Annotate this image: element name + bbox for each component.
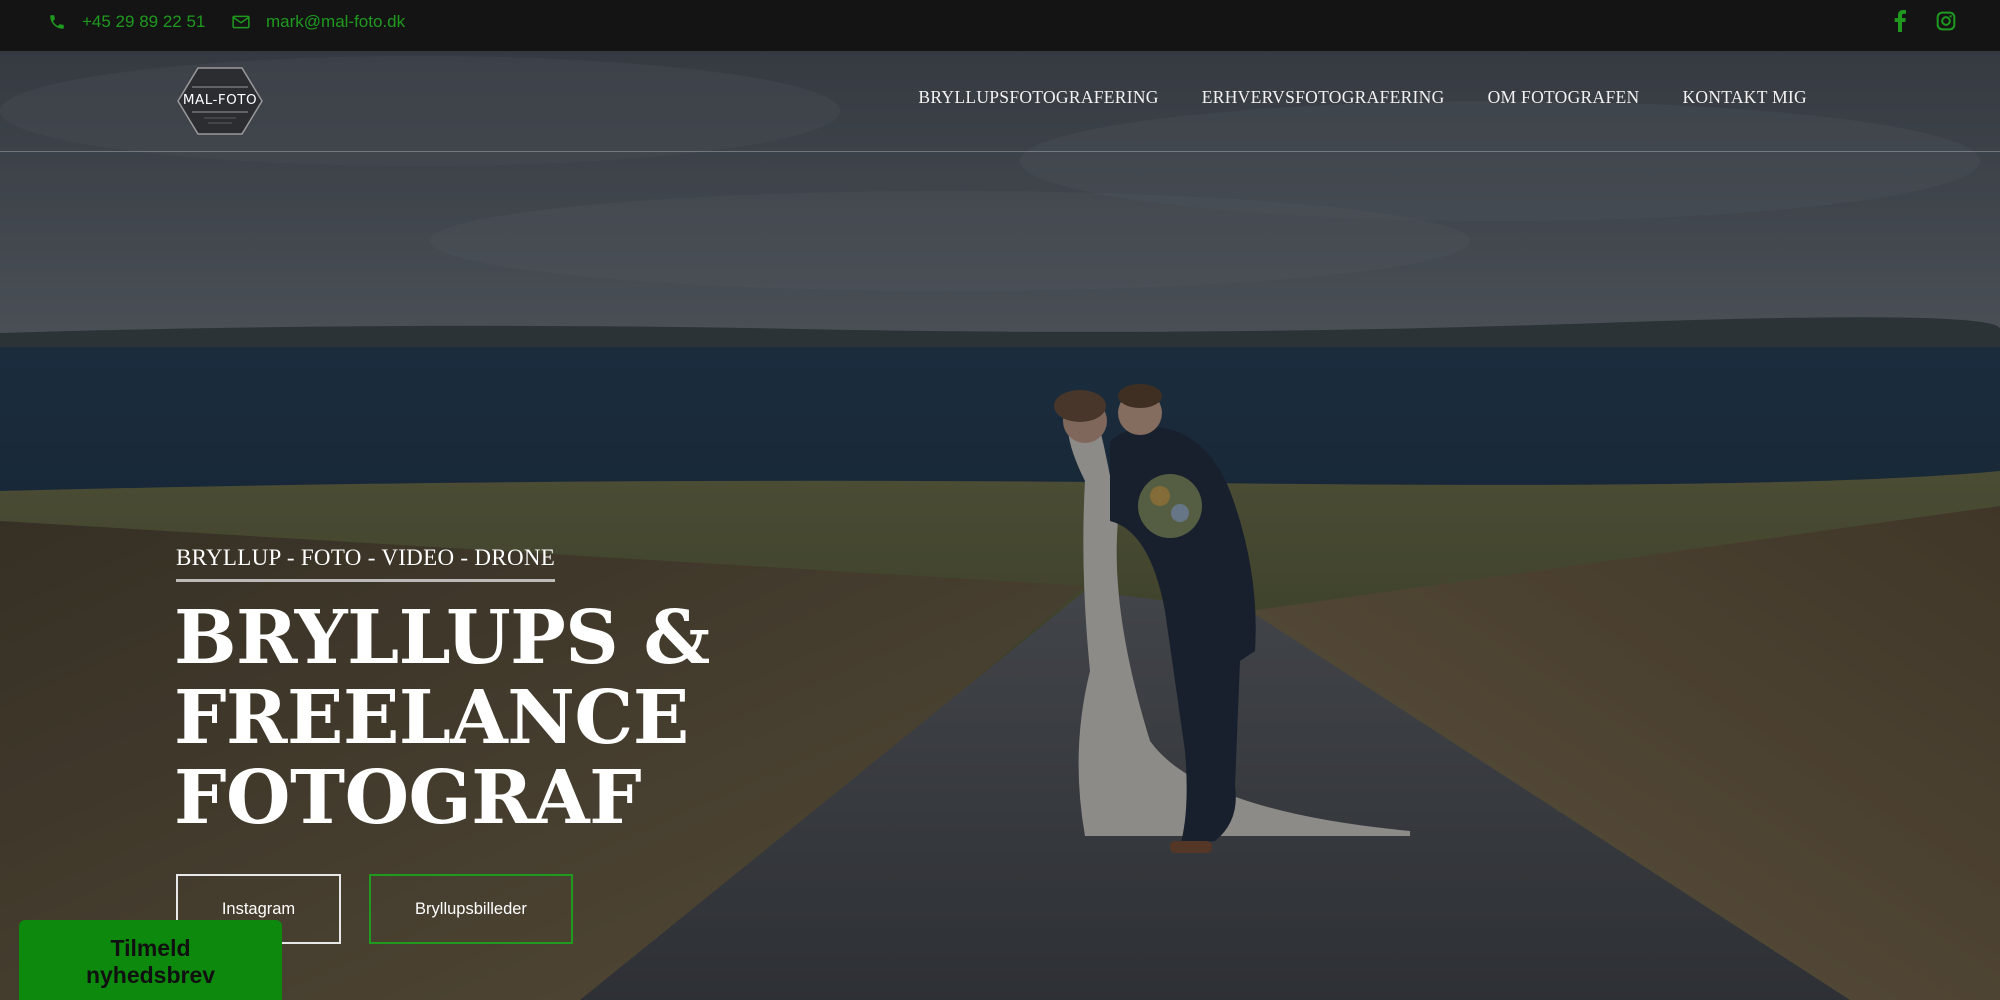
phone-number: +45 29 89 22 51 xyxy=(82,12,206,31)
hero-overlay xyxy=(0,51,2000,1000)
envelope-icon xyxy=(232,15,250,29)
instagram-link[interactable] xyxy=(1934,9,1958,33)
email-address: mark@mal-foto.dk xyxy=(266,12,406,31)
hero-section xyxy=(0,51,2000,1000)
phone-contact[interactable]: +45 29 89 22 51 xyxy=(48,0,205,44)
hero-tagline: BRYLLUP - FOTO - VIDEO - DRONE xyxy=(176,545,556,582)
nav-item-kontakt-mig[interactable]: KONTAKT MIG xyxy=(1682,87,1807,108)
newsletter-label-line-1: Tilmeld xyxy=(110,935,191,961)
phone-icon xyxy=(50,15,64,29)
newsletter-signup-button[interactable]: Tilmeld nyhedsbrev xyxy=(19,920,282,1000)
nav-item-om-fotografen[interactable]: OM FOTOGRAFEN xyxy=(1488,87,1640,108)
instagram-icon xyxy=(1936,11,1956,31)
main-navigation: BRYLLUPSFOTOGRAFERING ERHVERVSFOTOGRAFER… xyxy=(918,87,1807,108)
nav-item-erhvervsfotografering[interactable]: ERHVERVSFOTOGRAFERING xyxy=(1202,87,1445,108)
facebook-link[interactable] xyxy=(1888,9,1912,33)
email-contact[interactable]: mark@mal-foto.dk xyxy=(232,0,405,44)
newsletter-label-line-2: nyhedsbrev xyxy=(85,962,216,988)
hero-headline: BRYLLUPS & FREELANCE FOTOGRAF xyxy=(174,598,710,838)
logo-text: MAL-FOTO xyxy=(182,92,258,108)
nav-divider xyxy=(0,151,2000,152)
headline-line-3: FOTOGRAF xyxy=(174,755,642,841)
nav-item-bryllupsfotografering[interactable]: BRYLLUPSFOTOGRAFERING xyxy=(918,87,1158,108)
site-logo[interactable]: MAL-FOTO xyxy=(176,66,264,136)
bryllupsbilleder-button[interactable]: Bryllupsbilleder xyxy=(369,874,573,944)
headline-line-1: BRYLLUPS & xyxy=(174,595,710,681)
top-contact-bar: +45 29 89 22 51 mark@mal-foto.dk xyxy=(0,0,2000,51)
headline-line-2: FREELANCE xyxy=(174,675,689,761)
facebook-icon xyxy=(1894,10,1906,32)
